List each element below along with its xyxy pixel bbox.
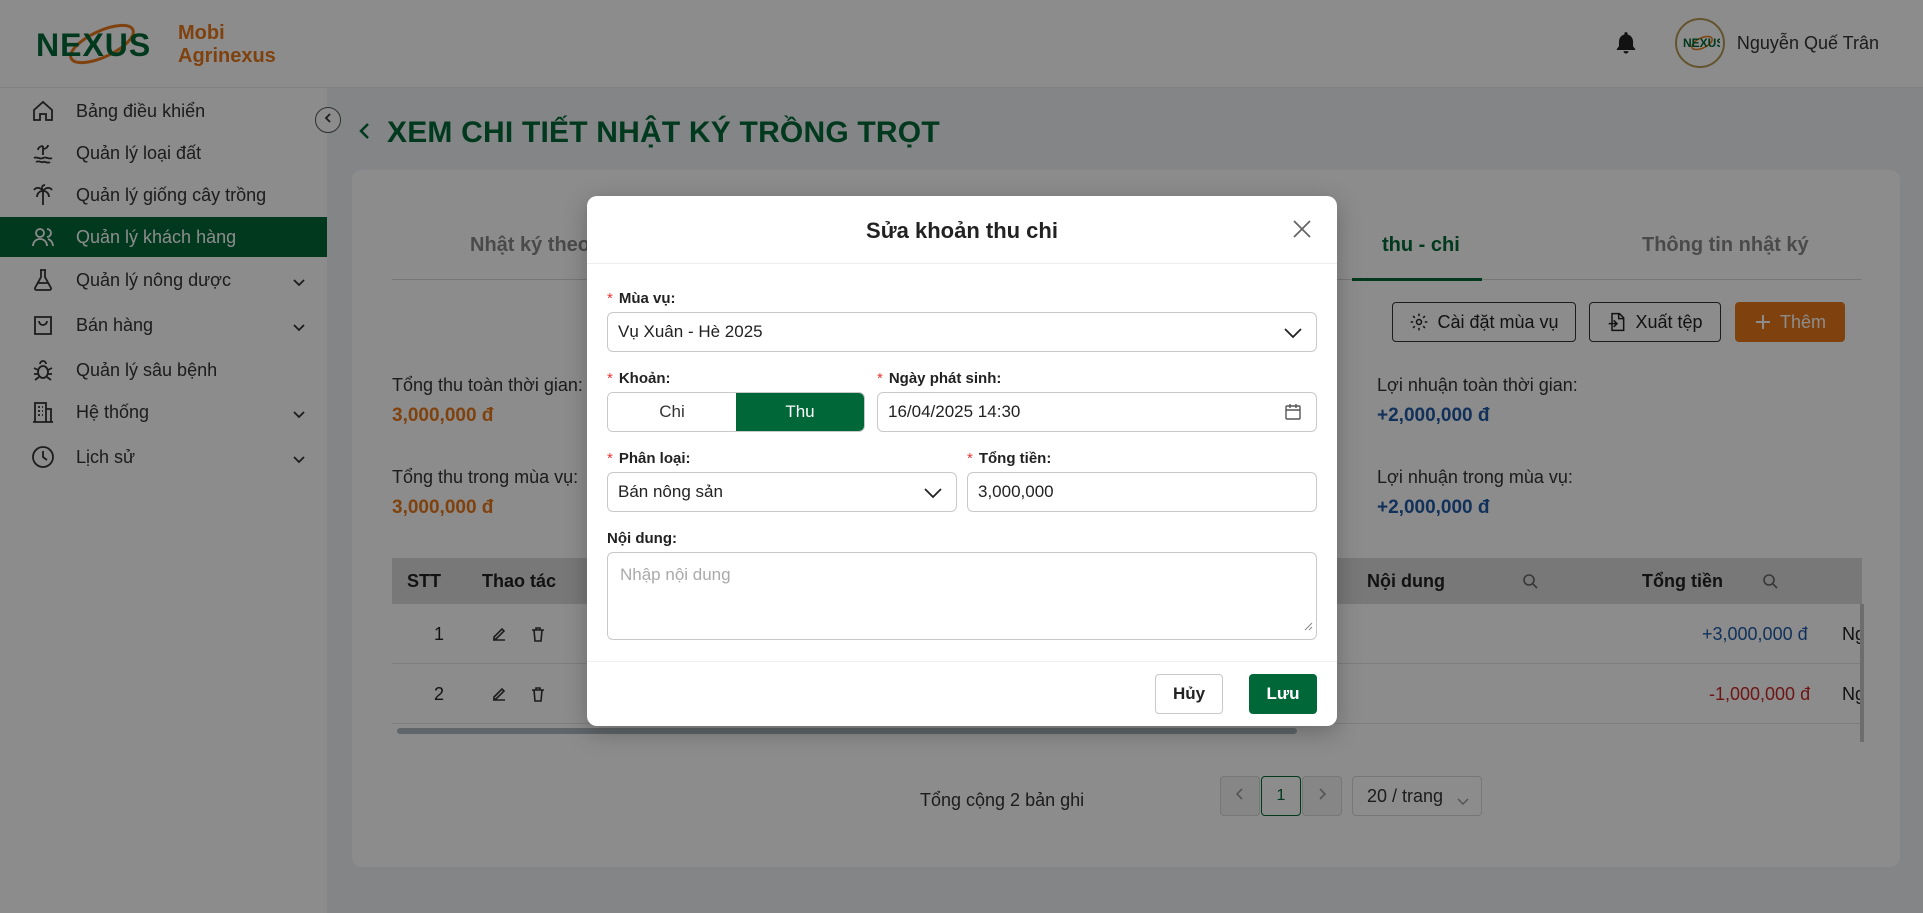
season-label-text: Mùa vụ: (618, 290, 676, 307)
amount-input[interactable]: 3,000,000 (967, 472, 1317, 512)
save-button[interactable]: Lưu (1249, 674, 1317, 714)
type-option-expense[interactable]: Chi (608, 393, 736, 431)
content-label-text: Nội dung: (607, 530, 677, 547)
amount-value: 3,000,000 (978, 482, 1054, 501)
content-placeholder: Nhập nội dung (620, 565, 731, 584)
type-label-text: Khoản: (618, 370, 671, 387)
amount-label-text: Tổng tiền: (978, 450, 1052, 467)
date-label: * Ngày phát sinh: (877, 370, 1002, 387)
season-select[interactable]: Vụ Xuân - Hè 2025 (607, 312, 1317, 352)
category-value: Bán nông sản (618, 482, 723, 501)
date-label-text: Ngày phát sinh: (888, 370, 1002, 387)
category-label: * Phân loại: (607, 450, 691, 467)
amount-label: * Tổng tiền: (967, 450, 1052, 467)
content-label: Nội dung: (607, 530, 677, 547)
chevron-down-icon (1284, 325, 1302, 339)
type-label: * Khoản: (607, 370, 671, 387)
edit-transaction-modal: Sửa khoản thu chi * Mùa vụ: Vụ Xuân - Hè … (587, 196, 1337, 726)
type-option-income[interactable]: Thu (736, 393, 864, 431)
date-value: 16/04/2025 14:30 (888, 402, 1021, 421)
date-picker[interactable]: 16/04/2025 14:30 (877, 392, 1317, 432)
category-select[interactable]: Bán nông sản (607, 472, 957, 512)
cancel-button[interactable]: Hủy (1155, 674, 1223, 714)
season-label: * Mùa vụ: (607, 290, 676, 307)
modal-title: Sửa khoản thu chi (866, 218, 1058, 243)
category-label-text: Phân loại: (618, 450, 691, 467)
content-textarea[interactable]: Nhập nội dung (607, 552, 1317, 640)
calendar-icon (1284, 403, 1302, 420)
season-value: Vụ Xuân - Hè 2025 (618, 322, 763, 341)
close-icon[interactable] (1291, 218, 1313, 240)
resize-handle-icon[interactable] (1303, 616, 1313, 636)
type-segmented-control: Chi Thu (607, 392, 865, 432)
chevron-down-icon (924, 485, 942, 499)
